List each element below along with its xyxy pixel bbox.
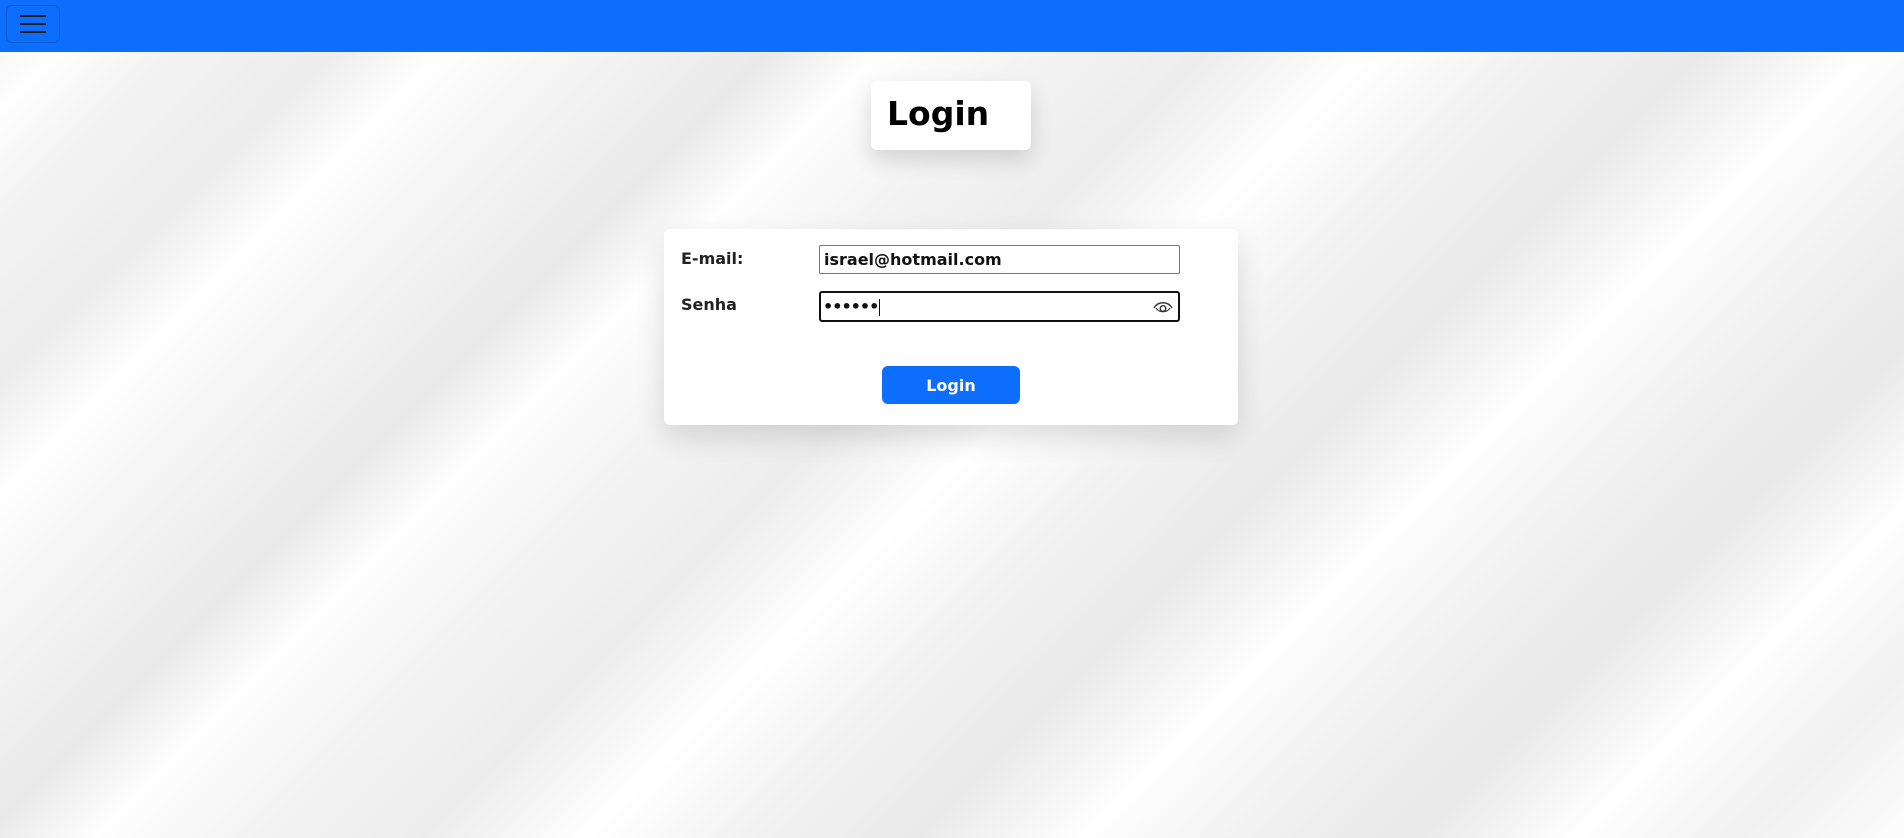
password-field[interactable]: •••••• (819, 291, 1180, 322)
text-caret (879, 299, 881, 316)
hamburger-menu-icon (20, 15, 46, 33)
password-value: •••••• (823, 297, 881, 316)
eye-icon[interactable] (1153, 298, 1173, 316)
login-button[interactable]: Login (882, 366, 1020, 404)
top-navbar (0, 0, 1904, 52)
menu-toggle-button[interactable] (6, 5, 60, 43)
page-title: Login (887, 94, 990, 133)
page-title-card: Login (871, 81, 1031, 150)
email-field[interactable]: israel@hotmail.com (819, 245, 1180, 274)
login-form: E-mail: israel@hotmail.com Senha •••••• … (664, 229, 1238, 425)
password-label: Senha (681, 295, 737, 314)
email-label: E-mail: (681, 249, 744, 268)
